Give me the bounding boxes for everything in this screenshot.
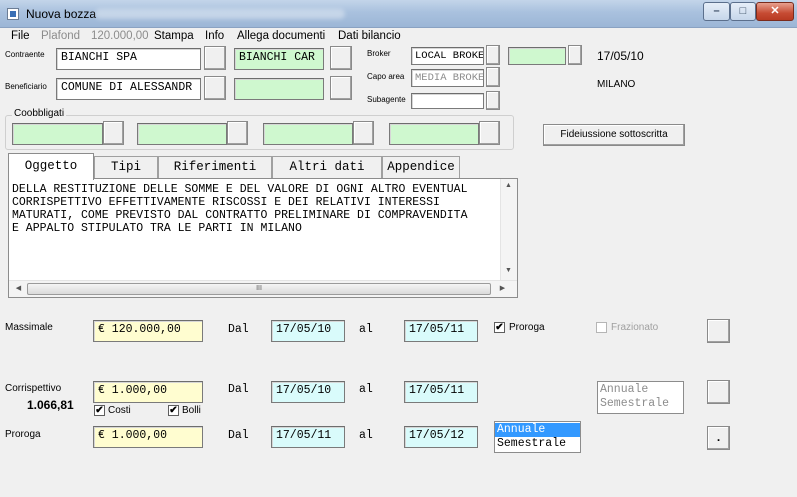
tab-appendice[interactable]: Appendice [382,156,460,179]
menu-plafond-value: 120.000,00 [91,30,149,42]
broker-code-button[interactable] [568,45,582,65]
coobbligati-label: Coobbligati [12,108,67,119]
fideiussione-sottoscritta-button[interactable]: Fideiussione sottoscritta [543,124,685,146]
corrispettivo-option-semestrale[interactable]: Semestrale [598,397,683,411]
bolli-checkbox[interactable]: ✔ [168,405,179,416]
beneficiario-field[interactable]: COMUNE DI ALESSANDR [56,78,201,100]
corrispettivo-action-button[interactable] [707,380,730,404]
corrispettivo-total: 1.066,81 [27,398,74,412]
coobbligato-button-3[interactable] [353,121,374,145]
menu-dati-bilancio[interactable]: Dati bilancio [338,30,401,42]
subagente-field[interactable] [411,93,484,109]
massimale-al-label: al [359,323,373,336]
contraente-lookup-button[interactable] [204,46,226,70]
scroll-down-icon[interactable]: ▼ [501,267,516,274]
contraente-code-button[interactable] [330,46,352,70]
massimale-label: Massimale [5,322,53,333]
proroga-amount-field[interactable]: € 1.000,00 [93,426,203,448]
proroga-dal-field[interactable]: 17/05/11 [271,426,345,448]
oggetto-textarea[interactable]: DELLA RESTITUZIONE DELLE SOMME E DEL VAL… [8,178,518,298]
capo-area-field[interactable]: MEDIA BROKE [411,69,484,87]
coobbligato-button-2[interactable] [227,121,248,145]
costi-checkbox[interactable]: ✔ [94,405,105,416]
horizontal-scrollbar[interactable]: ◀ III ▶ [9,280,517,297]
costi-checkbox-label: Costi [108,405,131,416]
beneficiario-lookup-button[interactable] [204,76,226,100]
proroga-checkbox-label: Proroga [509,322,545,333]
corrispettivo-dal-field[interactable]: 17/05/10 [271,381,345,403]
capo-area-lookup-button[interactable] [486,67,500,87]
proroga-al-field[interactable]: 17/05/12 [404,426,478,448]
coobbligato-button-4[interactable] [479,121,500,145]
subagente-label: Subagente [367,95,406,104]
contraente-label: Contraente [5,50,45,59]
menu-allega-documenti[interactable]: Allega documenti [237,30,325,42]
menu-stampa[interactable]: Stampa [154,30,194,42]
menu-info[interactable]: Info [205,30,224,42]
beneficiario-label: Beneficiario [5,82,47,91]
tab-altri-dati[interactable]: Altri dati [272,156,382,179]
broker-lookup-button[interactable] [486,45,500,65]
frazionato-checkbox-label: Frazionato [611,322,659,333]
broker-code-field[interactable] [508,47,566,65]
title-blur [95,9,345,19]
tab-oggetto[interactable]: Oggetto [8,153,94,180]
vertical-scrollbar[interactable]: ▲ ▼ [500,179,517,281]
title-bar: Nuova bozza – □ ✕ [0,0,797,28]
proroga-dot-button[interactable]: . [707,426,730,450]
scroll-right-icon[interactable]: ▶ [495,284,510,292]
subagente-lookup-button[interactable] [486,91,500,110]
close-button[interactable]: ✕ [756,2,794,21]
date-label: 17/05/10 [597,49,644,63]
proroga-periodicity-listbox[interactable]: Annuale Semestrale [494,421,581,453]
coobbligato-field-3[interactable] [263,123,353,145]
massimale-amount-field[interactable]: € 120.000,00 [93,320,203,342]
massimale-dal-field[interactable]: 17/05/10 [271,320,345,342]
corrispettivo-dal-label: Dal [228,383,249,396]
corrispettivo-al-field[interactable]: 17/05/11 [404,381,478,403]
beneficiario-code-field[interactable] [234,78,324,100]
contraente-field[interactable]: BIANCHI SPA [56,48,201,70]
city-label: MILANO [597,79,636,90]
proroga-dal-label: Dal [228,429,249,442]
corrispettivo-option-annuale[interactable]: Annuale [598,383,683,397]
menu-plafond-label: Plafond [41,30,81,42]
proroga-option-semestrale[interactable]: Semestrale [495,437,580,451]
window-title: Nuova bozza [26,7,97,21]
coobbligato-field-1[interactable] [12,123,103,145]
massimale-action-button[interactable] [707,319,730,343]
frazionato-checkbox[interactable] [596,322,607,333]
maximize-button[interactable]: □ [730,2,756,21]
tab-tipi[interactable]: Tipi [94,156,158,179]
capo-area-label: Capo area [367,72,405,81]
contraente-code-field[interactable]: BIANCHI CAR [234,48,324,70]
corrispettivo-label: Corrispettivo [5,383,62,394]
bolli-checkbox-label: Bolli [182,405,201,416]
app-icon [7,8,19,20]
broker-field[interactable]: LOCAL BROKE [411,47,484,65]
massimale-dal-label: Dal [228,323,249,336]
proroga-option-annuale[interactable]: Annuale [495,423,580,437]
proroga-label: Proroga [5,429,41,440]
horizontal-scroll-thumb[interactable]: III [27,283,491,295]
menu-file[interactable]: File [11,30,30,42]
corrispettivo-amount-field[interactable]: € 1.000,00 [93,381,203,403]
proroga-al-label: al [359,429,373,442]
scroll-left-icon[interactable]: ◀ [11,284,26,292]
corrispettivo-periodicity-listbox[interactable]: Annuale Semestrale [597,381,684,414]
proroga-checkbox[interactable]: ✔ [494,322,505,333]
scroll-up-icon[interactable]: ▲ [501,182,516,189]
oggetto-text: DELLA RESTITUZIONE DELLE SOMME E DEL VAL… [12,183,468,235]
massimale-al-field[interactable]: 17/05/11 [404,320,478,342]
corrispettivo-al-label: al [359,383,373,396]
minimize-button[interactable]: – [703,2,730,21]
tab-riferimenti[interactable]: Riferimenti [158,156,272,179]
coobbligato-field-2[interactable] [137,123,227,145]
coobbligato-button-1[interactable] [103,121,124,145]
coobbligato-field-4[interactable] [389,123,479,145]
broker-label: Broker [367,49,391,58]
beneficiario-code-button[interactable] [330,76,352,100]
